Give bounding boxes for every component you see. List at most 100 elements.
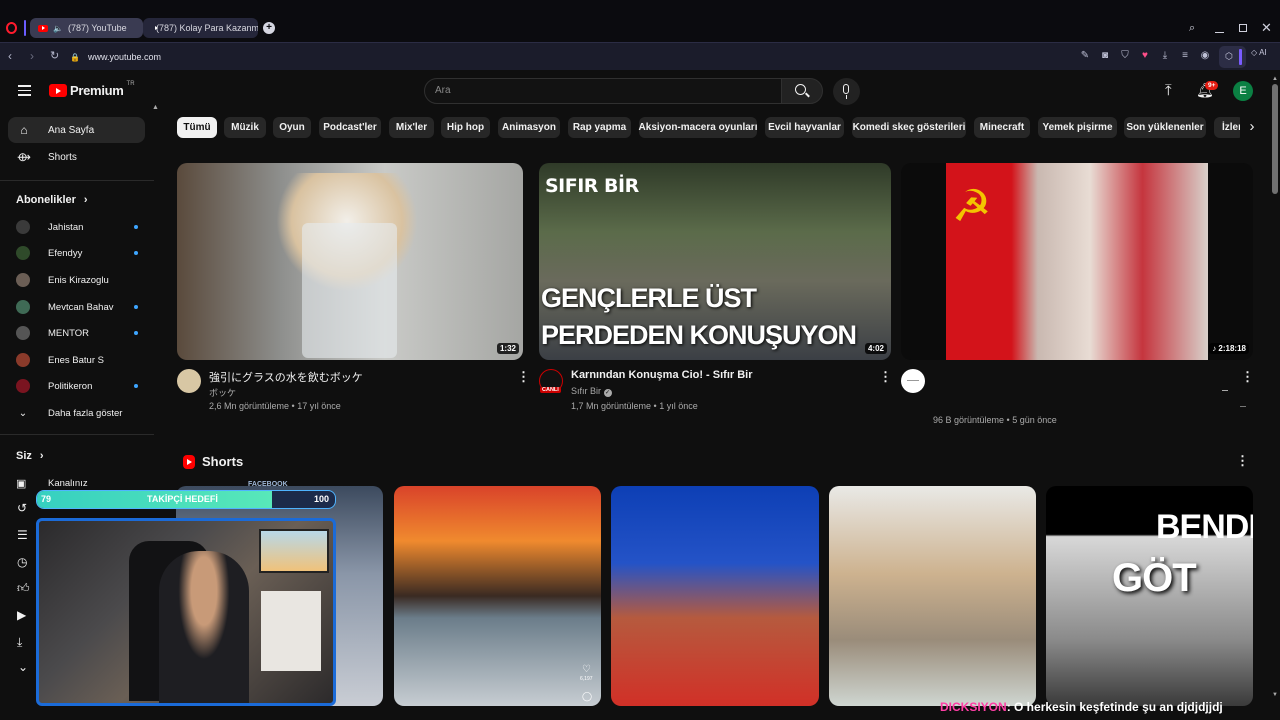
ai-button[interactable]: ◇ AI — [1251, 48, 1267, 57]
chevron-down-icon[interactable]: ⌄ — [18, 660, 28, 674]
account-avatar[interactable]: E — [1233, 81, 1253, 101]
scroll-up-icon[interactable]: ▲ — [1272, 76, 1278, 82]
sidebar-scroll-up-icon[interactable]: ▲ — [152, 104, 159, 111]
restore-icon[interactable] — [1239, 24, 1247, 32]
hamburger-menu-icon[interactable] — [18, 85, 31, 96]
short-like-icon[interactable]: ♡ — [582, 664, 591, 675]
sidebar-item-home[interactable]: ⌂ Ana Sayfa — [8, 117, 145, 143]
sidebar-sub-politikeron[interactable]: Politikeron — [16, 376, 138, 396]
short-card-3[interactable] — [611, 486, 819, 706]
channel-name[interactable]: Sıfır Bir ✓ — [571, 386, 612, 397]
sidebar-sub-mentor[interactable]: MENTOR — [16, 323, 138, 343]
video-meta: 96 B görüntüleme • 5 gün önce — [933, 415, 1057, 425]
shield-icon[interactable]: ⛉ — [1119, 50, 1131, 62]
show-more-button[interactable]: ⌄ Daha fazla göster — [16, 403, 136, 423]
speaker-icon[interactable]: 🔈 — [53, 24, 63, 33]
sidebar-sub-enes[interactable]: Enes Batur S — [16, 350, 136, 370]
video-thumbnail-third[interactable]: ☭ ♪ 2:18:18 — [901, 163, 1253, 360]
chevron-down-icon: ⌄ — [18, 407, 28, 419]
you-heading[interactable]: Siz › — [16, 450, 44, 462]
opera-logo-icon[interactable] — [6, 22, 17, 34]
new-tab-button[interactable]: + — [263, 22, 275, 34]
back-icon[interactable]: ‹ — [8, 49, 12, 63]
extensions-group[interactable]: ⬡ — [1219, 46, 1246, 68]
watch-later-icon[interactable]: ◷ — [17, 555, 27, 569]
more-actions-icon[interactable]: ⋮ — [517, 369, 530, 385]
upload-icon[interactable]: ⤒ — [1165, 82, 1172, 99]
short-comment-icon[interactable]: ◯ — [582, 691, 592, 702]
chip-podcasts[interactable]: Podcast'ler — [319, 117, 381, 138]
avatar — [16, 246, 30, 260]
video-title[interactable]: Karnından Konuşma Cio! - Sıfır Bir — [571, 369, 753, 381]
search-button[interactable] — [781, 78, 823, 104]
sub-label: Politikeron — [48, 380, 93, 392]
voice-search-button[interactable] — [833, 78, 860, 105]
chip-gaming[interactable]: Oyun — [273, 117, 311, 138]
chip-hiphop[interactable]: Hip hop — [441, 117, 490, 138]
tab-youtube[interactable]: 🔈 (787) YouTube — [30, 18, 143, 38]
more-actions-icon[interactable]: ⋮ — [1241, 369, 1254, 385]
liked-videos-icon[interactable]: 👍︎ — [17, 581, 30, 596]
camera-icon[interactable]: ◙ — [1099, 50, 1111, 62]
reload-icon[interactable]: ↻ — [50, 49, 59, 62]
downloads-icon[interactable]: ⤓ — [17, 635, 22, 650]
new-content-dot — [134, 251, 138, 255]
chip-music[interactable]: Müzik — [224, 117, 266, 138]
sidebar-sub-enis[interactable]: Enis Kirazoglu — [16, 270, 136, 290]
search-input[interactable]: Ara — [424, 78, 782, 104]
profile-icon[interactable]: ◉ — [1199, 50, 1211, 62]
chip-animation[interactable]: Animasyon — [498, 117, 560, 138]
channel-avatar[interactable] — [177, 369, 201, 393]
shorts-more-icon[interactable]: ⋮ — [1236, 453, 1249, 469]
history-icon[interactable]: ↺ — [17, 501, 27, 515]
tab-kolay-para[interactable]: (787) Kolay Para Kazanma — [143, 18, 258, 38]
video-thumbnail-sifir-bir[interactable]: SIFIR BİR GENÇLERLE ÜST PERDEDEN KONUŞUY… — [539, 163, 891, 360]
short-card-4[interactable] — [829, 486, 1036, 706]
search-icon-handle — [805, 92, 810, 98]
channel-avatar[interactable] — [901, 369, 925, 393]
subscriptions-heading[interactable]: Abonelikler › — [16, 194, 88, 206]
scrollbar-thumb[interactable] — [1272, 84, 1278, 194]
close-window-icon[interactable]: ✕ — [1261, 20, 1272, 36]
new-content-dot — [134, 331, 138, 335]
sidebar-sub-efendyy[interactable]: Efendyy — [16, 243, 138, 263]
playlists-icon[interactable]: ☰ — [17, 528, 28, 542]
scroll-down-icon[interactable]: ▼ — [1272, 692, 1278, 698]
chip-cooking[interactable]: Yemek pişirme — [1038, 117, 1117, 138]
heart-icon[interactable]: ♥ — [1139, 50, 1151, 62]
sidebar-sub-jahistan[interactable]: Jahistan — [16, 217, 138, 237]
short-card-2[interactable]: ♡ 6,197 ◯ — [394, 486, 601, 706]
more-actions-icon[interactable]: ⋮ — [879, 369, 892, 385]
chip-recently-uploaded[interactable]: Son yüklenenler — [1124, 117, 1206, 138]
chips-next-button[interactable]: › — [1240, 114, 1264, 140]
minimize-icon[interactable] — [1215, 32, 1224, 33]
chip-pets[interactable]: Evcil hayvanlar — [765, 117, 844, 138]
logo-text: Premium — [70, 83, 124, 98]
menu-lines-icon[interactable]: ≡ — [1179, 50, 1191, 62]
sidebar-sub-mevtcan[interactable]: Mevtcan Bahav — [16, 297, 138, 317]
your-videos-icon[interactable]: ▶ — [17, 608, 26, 622]
video-title[interactable]: 強引にグラスの水を飲むボッケ — [209, 369, 363, 385]
video-thumbnail-cat[interactable]: 1:32 — [177, 163, 523, 360]
download-icon[interactable]: ⤓ — [1159, 50, 1171, 62]
sidebar-item-shorts[interactable]: ⟴ Shorts — [8, 144, 145, 170]
short-card-5[interactable]: BENDE GÖT — [1046, 486, 1253, 706]
chip-all[interactable]: Tümü — [177, 117, 217, 138]
edit-icon[interactable]: ✎ — [1079, 50, 1091, 62]
search-tabs-icon[interactable]: ⌕ — [1189, 22, 1195, 35]
youtube-logo[interactable]: Premium TR — [49, 81, 135, 98]
chip-minecraft[interactable]: Minecraft — [974, 117, 1030, 138]
chip-action-adventure[interactable]: Aksiyon-macera oyunları — [639, 117, 757, 138]
webcam-overlay — [36, 518, 336, 706]
microphone-stand — [845, 95, 847, 99]
chip-sketch-comedy[interactable]: Komedi skeç gösterileri — [852, 117, 966, 138]
sub-label: Jahistan — [48, 221, 84, 233]
page-scrollbar[interactable]: ▲ ▼ — [1270, 70, 1280, 720]
forward-icon[interactable]: › — [30, 49, 34, 63]
channel-name[interactable]: ボッケ — [209, 386, 236, 399]
url-field[interactable]: 🔒 www.youtube.com — [70, 47, 1220, 67]
chip-mixes[interactable]: Mix'ler — [389, 117, 434, 138]
thumbnail-overlay-top: SIFIR BİR — [545, 175, 639, 197]
chip-rap[interactable]: Rap yapma — [568, 117, 631, 138]
ai-label: AI — [1259, 48, 1267, 57]
